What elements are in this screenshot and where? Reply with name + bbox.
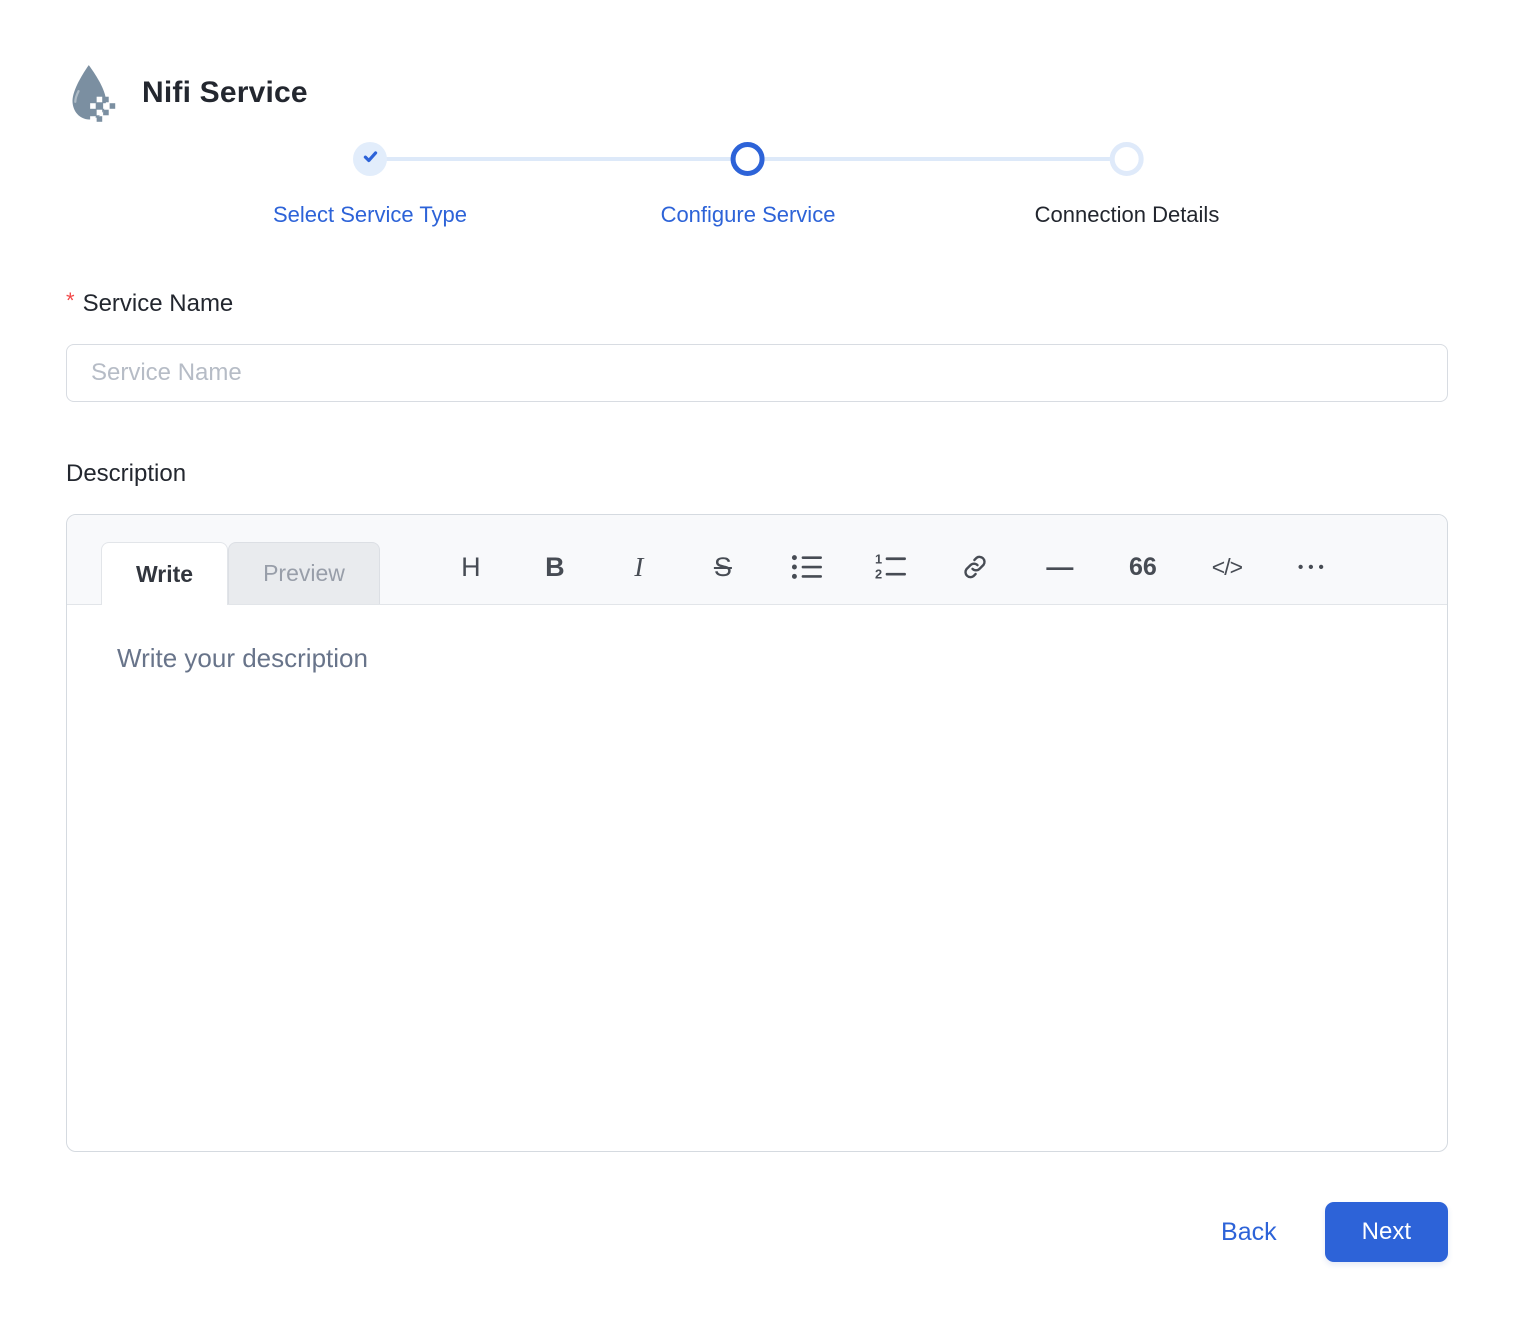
tab-preview[interactable]: Preview bbox=[228, 542, 380, 604]
svg-text:2: 2 bbox=[875, 567, 882, 581]
editor-body bbox=[67, 605, 1447, 1151]
svg-text:1: 1 bbox=[875, 553, 882, 566]
page-title: Nifi Service bbox=[142, 76, 308, 109]
code-button[interactable]: </> bbox=[1208, 548, 1246, 586]
next-button[interactable]: Next bbox=[1324, 1202, 1448, 1262]
service-wizard-page: Nifi Service Select Service Type Configu… bbox=[0, 0, 1514, 1330]
ellipsis-icon: ••• bbox=[1298, 558, 1329, 576]
step-configure-service: Configure Service bbox=[660, 142, 836, 228]
numbered-list-button[interactable]: 1 2 bbox=[872, 548, 910, 586]
nifi-droplet-icon bbox=[66, 60, 118, 126]
description-label-text: Description bbox=[66, 460, 187, 487]
step-label: Select Service Type bbox=[272, 202, 468, 227]
step-label: Configure Service bbox=[660, 202, 836, 227]
wizard-footer: Back Next bbox=[66, 1202, 1448, 1262]
editor-tabs: Write Preview bbox=[101, 542, 380, 605]
horizontal-rule-button[interactable]: — bbox=[1040, 548, 1078, 586]
formatting-toolbar: H B I S 1 2 — 66 </> ••• bbox=[452, 548, 1376, 586]
service-name-label-text: Service Name bbox=[82, 290, 234, 317]
quote-icon: 66 bbox=[1129, 552, 1157, 581]
bold-button[interactable]: B bbox=[536, 548, 574, 586]
back-button[interactable]: Back bbox=[1221, 1218, 1277, 1247]
description-editor: Write Preview H B I S 1 2 — 66 </> ••• W… bbox=[66, 514, 1448, 1152]
required-asterisk: * bbox=[66, 288, 75, 313]
quote-button[interactable]: 66 bbox=[1124, 548, 1162, 586]
bulleted-list-button[interactable] bbox=[788, 548, 826, 586]
strikethrough-icon: S bbox=[713, 551, 732, 582]
bulleted-list-icon bbox=[791, 553, 823, 581]
tab-write[interactable]: Write bbox=[101, 542, 229, 605]
heading-icon: H bbox=[461, 551, 481, 582]
numbered-list-icon: 1 2 bbox=[875, 553, 907, 581]
step-connection-details: Connection Details bbox=[1034, 142, 1220, 228]
editor-toolbar: Write Preview H B I S 1 2 — 66 </> ••• bbox=[67, 515, 1447, 605]
italic-icon: I bbox=[634, 551, 644, 582]
step-active-circle bbox=[731, 142, 765, 176]
bold-icon: B bbox=[545, 551, 565, 582]
step-select-service-type: Select Service Type bbox=[273, 142, 467, 228]
step-pending-circle bbox=[1109, 142, 1144, 176]
heading-button[interactable]: H bbox=[452, 548, 490, 586]
service-name-input[interactable] bbox=[66, 344, 1448, 402]
strikethrough-button[interactable]: S bbox=[704, 548, 742, 586]
italic-button[interactable]: I bbox=[620, 548, 658, 586]
link-icon bbox=[960, 552, 990, 582]
more-options-button[interactable]: ••• bbox=[1292, 548, 1330, 586]
step-completed-circle bbox=[353, 142, 387, 176]
service-name-label: * Service Name bbox=[66, 288, 1448, 318]
horizontal-rule-icon: — bbox=[1046, 551, 1073, 582]
code-icon: </> bbox=[1211, 553, 1243, 580]
link-button[interactable] bbox=[956, 548, 994, 586]
check-icon bbox=[362, 148, 379, 170]
step-label: Connection Details bbox=[1034, 202, 1220, 227]
description-label: Description bbox=[66, 460, 1448, 488]
wizard-stepper: Select Service Type Configure Service Co… bbox=[66, 142, 1448, 242]
page-header: Nifi Service bbox=[66, 0, 1448, 126]
description-textarea[interactable] bbox=[67, 605, 1447, 1151]
